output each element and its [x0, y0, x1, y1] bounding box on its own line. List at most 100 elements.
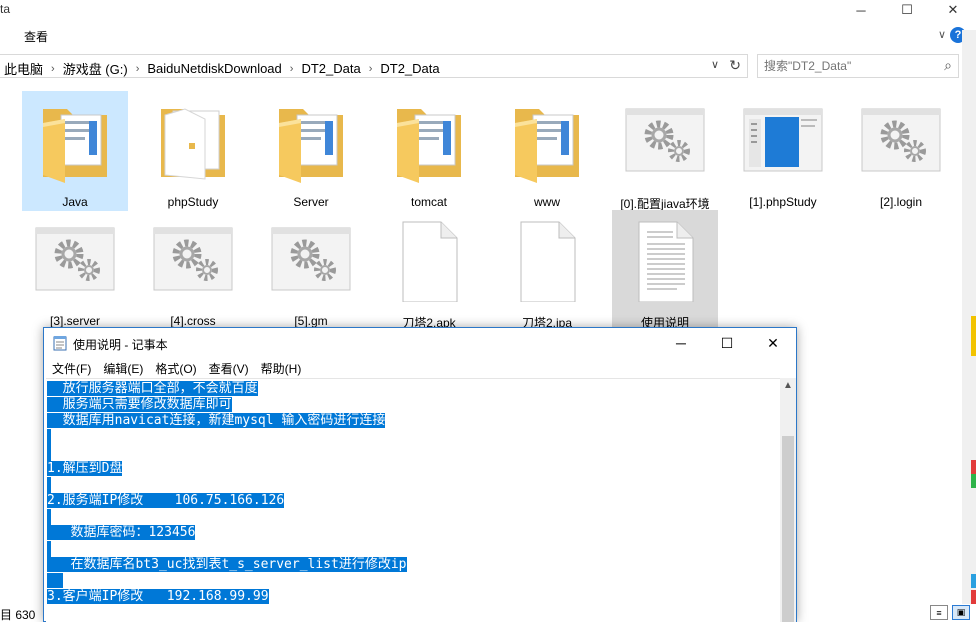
chevron-right-icon[interactable]: ›: [286, 63, 298, 75]
text-line: 2.服务端IP修改 106.75.166.126: [47, 493, 285, 509]
selected-text: 数据库用navicat连接，新建mysql 输入密码进行连接: [47, 413, 386, 428]
selected-text: 2.服务端IP修改 106.75.166.126: [47, 493, 285, 508]
notepad-minimize-button[interactable]: ─: [658, 328, 704, 358]
folder-icon: [35, 99, 115, 183]
minimize-button[interactable]: ─: [838, 0, 884, 20]
menu-format[interactable]: 格式(O): [149, 360, 202, 377]
text-line: 在数据库名bt3_uc找到表t_s_server_list进行修改ip: [47, 557, 407, 573]
refresh-icon[interactable]: ↻: [729, 57, 741, 74]
details-view-icon[interactable]: ≡: [930, 605, 948, 620]
file-item[interactable]: [0].配置jiava环境: [612, 91, 718, 211]
application-icon: [743, 99, 823, 183]
file-item-label: [5].gm: [294, 314, 328, 328]
menu-view[interactable]: 查看(V): [203, 360, 255, 377]
settings-file-icon: [271, 218, 351, 302]
explorer-title: ta: [0, 2, 11, 16]
breadcrumb-current[interactable]: DT2_Data: [376, 61, 443, 76]
file-item[interactable]: [5].gm: [258, 210, 364, 330]
selected-text: [47, 509, 51, 525]
file-item-label: Java: [62, 195, 88, 209]
file-item[interactable]: www: [494, 91, 600, 211]
menu-edit[interactable]: 编辑(E): [97, 360, 149, 377]
notepad-scrollbar[interactable]: ▲: [780, 378, 796, 622]
text-line: [47, 541, 51, 557]
selected-text: 数据库密码：123456: [47, 525, 196, 540]
file-item-label: [1].phpStudy: [749, 195, 817, 209]
text-line: [47, 509, 51, 525]
background-window-edge: [971, 316, 976, 604]
folder-icon: [389, 99, 469, 183]
text-line: [47, 573, 63, 589]
file-item[interactable]: Server: [258, 91, 364, 211]
notepad-close-button[interactable]: ✕: [750, 328, 796, 358]
breadcrumb-this-pc[interactable]: 此电脑: [0, 59, 47, 78]
file-item-label: [4].cross: [170, 314, 216, 328]
settings-file-icon: [153, 218, 233, 302]
selected-text: [47, 541, 51, 557]
folder-icon: [271, 99, 351, 183]
search-input[interactable]: [764, 58, 934, 74]
selected-text: 放行服务器端口全部，不会就百度: [47, 381, 258, 396]
chevron-right-icon[interactable]: ›: [47, 63, 59, 75]
notepad-maximize-button[interactable]: ☐: [704, 328, 750, 358]
maximize-button[interactable]: ☐: [884, 0, 930, 20]
file-item[interactable]: tomcat: [376, 91, 482, 211]
ribbon-expand-icon[interactable]: ∨: [938, 28, 946, 41]
text-line: 数据库密码：123456: [47, 525, 196, 541]
notepad-icon: [53, 336, 67, 351]
notepad-window: 使用说明 - 记事本 ─ ☐ ✕ 文件(F) 编辑(E) 格式(O) 查看(V)…: [43, 327, 797, 622]
notepad-title: 使用说明 - 记事本: [73, 338, 168, 352]
selected-text: 在数据库名bt3_uc找到表t_s_server_list进行修改ip: [47, 557, 407, 572]
tab-view[interactable]: 查看: [24, 28, 48, 45]
menu-help[interactable]: 帮助(H): [255, 360, 308, 377]
breadcrumb-download[interactable]: BaiduNetdiskDownload: [143, 61, 285, 76]
file-item-label: tomcat: [410, 195, 447, 209]
file-item[interactable]: Java: [22, 91, 128, 211]
file-item[interactable]: 刀塔2.ipa: [494, 210, 600, 330]
text-file-icon: [625, 218, 705, 303]
text-line: 放行服务器端口全部，不会就百度: [47, 381, 258, 397]
search-box[interactable]: ⌕: [757, 54, 959, 78]
file-item[interactable]: [1].phpStudy: [730, 91, 836, 211]
file-item-label: [2].login: [879, 195, 923, 209]
explorer-titlebar[interactable]: ta ─ ☐ ✕: [0, 0, 976, 20]
file-icon: [507, 218, 587, 303]
notepad-scroll-thumb[interactable]: [782, 436, 794, 622]
selected-text: 服务端只需要修改数据库即可: [47, 397, 232, 412]
close-button[interactable]: ✕: [930, 0, 976, 20]
chevron-right-icon[interactable]: ›: [132, 63, 144, 75]
selected-text: 1.解压到D盘: [47, 461, 123, 476]
menu-file[interactable]: 文件(F): [46, 360, 97, 377]
file-item[interactable]: [4].cross: [140, 210, 246, 330]
settings-file-icon: [861, 99, 941, 183]
file-item[interactable]: 刀塔2.apk: [376, 210, 482, 330]
file-item[interactable]: [2].login: [848, 91, 954, 211]
file-item[interactable]: [3].server: [22, 210, 128, 330]
notepad-menubar: 文件(F) 编辑(E) 格式(O) 查看(V) 帮助(H): [44, 358, 796, 378]
breadcrumb-drive[interactable]: 游戏盘 (G:): [59, 59, 132, 78]
settings-file-icon: [35, 218, 115, 302]
chevron-right-icon[interactable]: ›: [365, 63, 377, 75]
file-item[interactable]: phpStudy: [140, 91, 246, 211]
folder-icon: [153, 99, 233, 183]
selected-text: [47, 445, 51, 461]
text-line: 数据库用navicat连接，新建mysql 输入密码进行连接: [47, 413, 386, 429]
notepad-titlebar[interactable]: 使用说明 - 记事本 ─ ☐ ✕: [44, 328, 796, 358]
search-icon[interactable]: ⌕: [944, 57, 952, 74]
ribbon: 查看 ∨ ?: [0, 22, 976, 48]
file-item-label: www: [534, 195, 560, 209]
file-item[interactable]: 使用说明: [612, 210, 718, 330]
notepad-text-area[interactable]: 放行服务器端口全部，不会就百度 服务端只需要修改数据库即可 数据库用navica…: [46, 378, 780, 622]
selected-text: 3.客户端IP修改 192.168.99.99: [47, 589, 269, 604]
file-icon: [389, 218, 469, 303]
chevron-down-icon[interactable]: ∨: [711, 58, 719, 71]
explorer-window-buttons: ─ ☐ ✕: [838, 0, 976, 20]
text-line: [47, 477, 51, 493]
large-icons-view-icon[interactable]: ▣: [952, 605, 970, 620]
scroll-up-icon[interactable]: ▲: [783, 380, 793, 391]
breadcrumb-dt2-data[interactable]: DT2_Data: [297, 61, 364, 76]
address-bar[interactable]: 此电脑 › 游戏盘 (G:) › BaiduNetdiskDownload › …: [0, 54, 748, 78]
item-count: 目 630: [0, 608, 36, 622]
text-line: [47, 445, 51, 461]
text-line: 3.客户端IP修改 192.168.99.99: [47, 589, 269, 605]
